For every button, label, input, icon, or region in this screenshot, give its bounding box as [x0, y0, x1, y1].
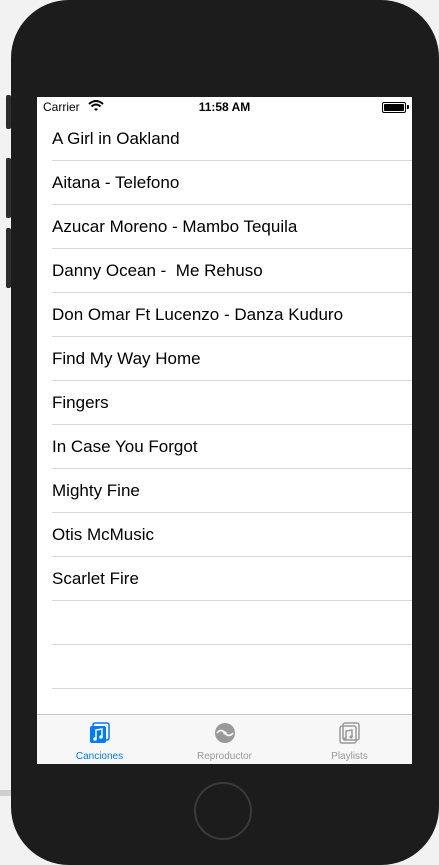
song-title: Don Omar Ft Lucenzo - Danza Kuduro — [52, 305, 344, 324]
battery-icon — [382, 102, 406, 113]
song-row[interactable]: Danny Ocean - Me Rehuso — [37, 249, 412, 293]
tab-label: Reproductor — [196, 751, 253, 762]
song-row[interactable]: Fingers — [37, 381, 412, 425]
song-row[interactable]: Azucar Moreno - Mambo Tequila — [37, 205, 412, 249]
song-title: Mighty Fine — [52, 481, 140, 500]
volume-down-button — [6, 228, 11, 288]
song-row[interactable]: Scarlet Fire — [37, 557, 412, 601]
song-row[interactable]: A Girl in Oakland — [37, 117, 412, 161]
volume-up-button — [6, 158, 11, 218]
empty-row — [37, 689, 412, 714]
tab-bar: Canciones Reproductor Playlists — [37, 714, 412, 764]
empty-row — [37, 645, 412, 689]
home-button[interactable] — [194, 782, 252, 840]
tab-playlists[interactable]: Playlists — [287, 715, 412, 764]
song-title: Azucar Moreno - Mambo Tequila — [52, 217, 298, 236]
music-note-icon — [89, 722, 110, 743]
song-row[interactable]: Don Omar Ft Lucenzo - Danza Kuduro — [37, 293, 412, 337]
song-title: Otis McMusic — [52, 525, 154, 544]
app-screen: Carrier 11:58 AM A Girl in Oakland Aitan… — [37, 97, 412, 764]
tab-label: Canciones — [75, 751, 124, 762]
song-row[interactable]: Find My Way Home — [37, 337, 412, 381]
status-bar: Carrier 11:58 AM — [37, 97, 412, 117]
song-title: Danny Ocean - Me Rehuso — [52, 261, 263, 280]
song-row[interactable]: Otis McMusic — [37, 513, 412, 557]
song-row[interactable]: In Case You Forgot — [37, 425, 412, 469]
song-title: Find My Way Home — [52, 349, 201, 368]
mute-switch — [6, 95, 11, 129]
battery-tip — [407, 105, 409, 109]
status-time: 11:58 AM — [198, 100, 251, 114]
tab-canciones[interactable]: Canciones — [37, 715, 162, 764]
song-row[interactable]: Aitana - Telefono — [37, 161, 412, 205]
tab-reproductor[interactable]: Reproductor — [162, 715, 287, 764]
song-row[interactable]: Mighty Fine — [37, 469, 412, 513]
song-title: Fingers — [52, 393, 109, 412]
song-title: Scarlet Fire — [52, 569, 139, 588]
tab-label: Playlists — [331, 751, 368, 762]
empty-row — [37, 601, 412, 645]
player-disc-icon — [214, 723, 235, 743]
song-title: Aitana - Telefono — [52, 173, 180, 192]
playlist-icon — [338, 722, 360, 744]
song-title: A Girl in Oakland — [52, 129, 180, 148]
songs-table[interactable]: A Girl in Oakland Aitana - Telefono Azuc… — [37, 117, 412, 714]
song-title: In Case You Forgot — [52, 437, 198, 456]
